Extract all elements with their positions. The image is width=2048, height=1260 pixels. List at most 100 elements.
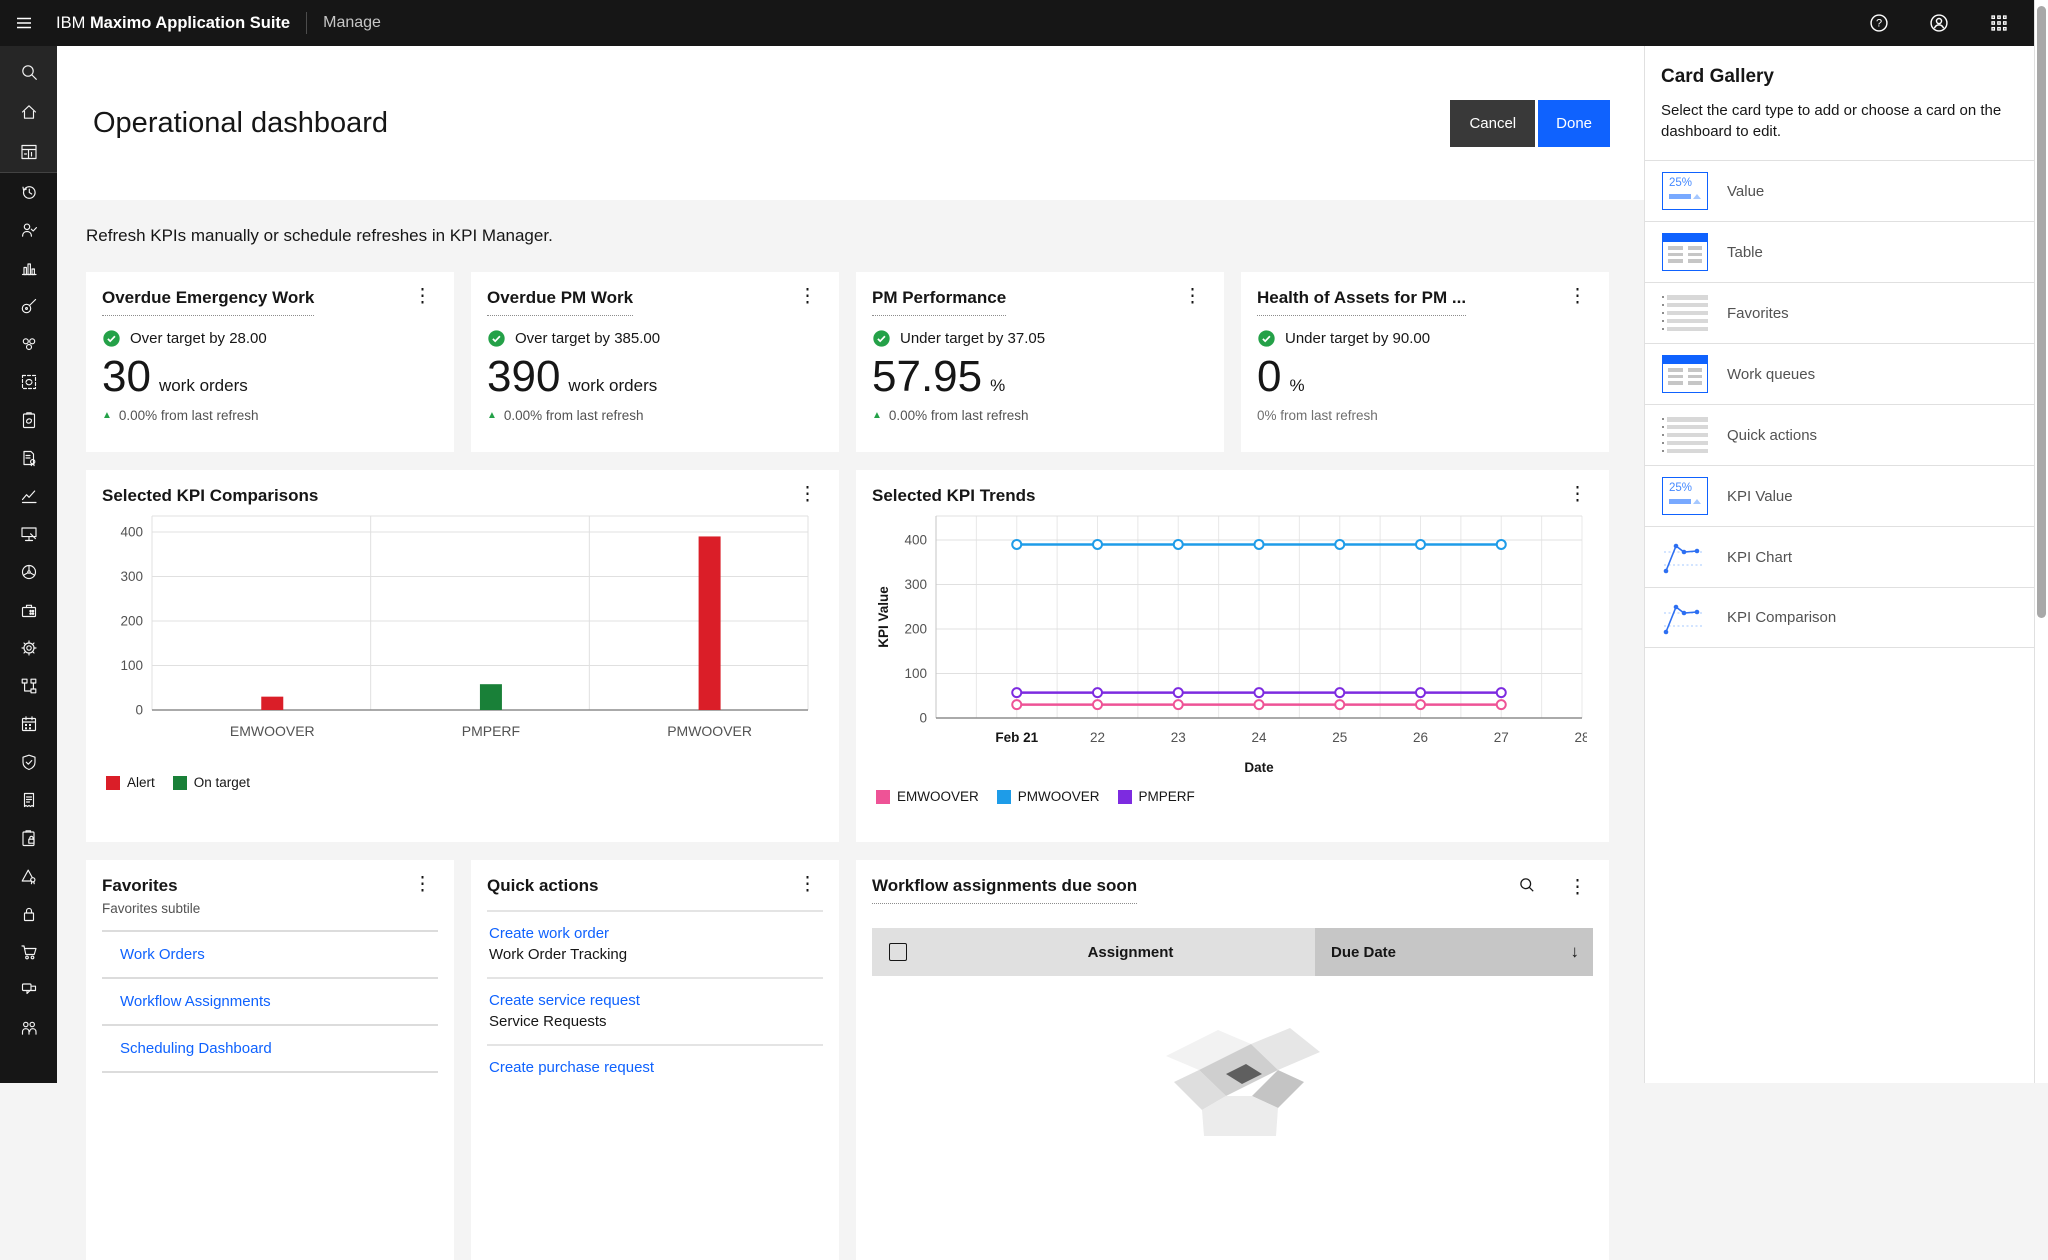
sidebar-flow-icon[interactable] bbox=[0, 667, 57, 705]
sidebar-user-follow-icon[interactable] bbox=[0, 211, 57, 249]
bottom-row: Favorites ⋮ Favorites subtile Work Order… bbox=[86, 860, 1610, 1260]
sidebar-clipboard-sync-icon[interactable] bbox=[0, 401, 57, 439]
legend-item[interactable]: Alert bbox=[106, 775, 155, 790]
overflow-menu-icon[interactable]: ⋮ bbox=[792, 486, 823, 504]
card-gallery-panel: Card Gallery Select the card type to add… bbox=[1644, 46, 2048, 1083]
create-purchase-request-link[interactable]: Create purchase request bbox=[489, 1059, 823, 1076]
overflow-menu-icon[interactable]: ⋮ bbox=[792, 288, 823, 306]
svg-text:400: 400 bbox=[904, 533, 927, 548]
page-title: Operational dashboard bbox=[93, 107, 388, 140]
overflow-menu-icon[interactable]: ⋮ bbox=[407, 876, 438, 894]
card-gallery-title: Card Gallery bbox=[1645, 46, 2048, 88]
legend-swatch bbox=[997, 790, 1011, 804]
favorites-link-scheduling-dashboard[interactable]: Scheduling Dashboard bbox=[102, 1026, 438, 1071]
sidebar-people-icon[interactable] bbox=[0, 1009, 57, 1047]
kpi-trends-card[interactable]: Selected KPI Trends ⋮ 0100200300400Feb 2… bbox=[856, 470, 1609, 842]
svg-text:100: 100 bbox=[904, 666, 927, 681]
sidebar-trend-chart-icon[interactable] bbox=[0, 477, 57, 515]
sidebar-document-award-icon[interactable] bbox=[0, 439, 57, 477]
legend-item[interactable]: PMWOOVER bbox=[997, 789, 1100, 804]
overflow-menu-icon[interactable]: ⋮ bbox=[1562, 879, 1593, 897]
create-service-request-link[interactable]: Create service request bbox=[489, 992, 823, 1009]
overflow-menu-icon[interactable]: ⋮ bbox=[792, 876, 823, 894]
kpi-comparison-bar-chart: 0100200300400EMWOOVERPMPERFPMWOOVER bbox=[102, 510, 823, 773]
sidebar-shield-check-icon[interactable] bbox=[0, 743, 57, 781]
done-button[interactable]: Done bbox=[1538, 100, 1610, 147]
gallery-item-table[interactable]: Table bbox=[1645, 221, 2048, 282]
quick-actions-title: Quick actions bbox=[487, 876, 598, 896]
svg-text:300: 300 bbox=[904, 577, 927, 592]
svg-text:100: 100 bbox=[120, 658, 143, 673]
due-date-column-header[interactable]: Due Date ↓ bbox=[1315, 928, 1593, 976]
sidebar-search-icon[interactable] bbox=[0, 52, 57, 92]
quick-actions-card[interactable]: Quick actions ⋮ Create work order Work O… bbox=[471, 860, 839, 1260]
search-icon[interactable] bbox=[1518, 876, 1536, 899]
svg-text:22: 22 bbox=[1090, 730, 1105, 745]
sidebar-presentation-icon[interactable] bbox=[0, 515, 57, 553]
sidebar-asset-tag-icon[interactable] bbox=[0, 287, 57, 325]
caret-up-icon: ▲ bbox=[872, 410, 882, 421]
sidebar-dashboard-icon[interactable] bbox=[0, 132, 57, 172]
sidebar-lock-icon[interactable] bbox=[0, 895, 57, 933]
legend-item[interactable]: PMPERF bbox=[1118, 789, 1195, 804]
legend-swatch bbox=[173, 776, 187, 790]
gallery-item-kpi-comparison[interactable]: KPI Comparison bbox=[1645, 587, 2048, 648]
kpi-comparisons-card[interactable]: Selected KPI Comparisons ⋮ 0100200300400… bbox=[86, 470, 839, 842]
favorites-card[interactable]: Favorites ⋮ Favorites subtile Work Order… bbox=[86, 860, 454, 1260]
overflow-menu-icon[interactable]: ⋮ bbox=[407, 288, 438, 306]
sidebar-cart-icon[interactable] bbox=[0, 933, 57, 971]
quick-action-item: Create purchase request bbox=[487, 1044, 823, 1090]
overflow-menu-icon[interactable]: ⋮ bbox=[1562, 288, 1593, 306]
sidebar-turbine-icon[interactable] bbox=[0, 553, 57, 591]
gallery-item-favorites[interactable]: Favorites bbox=[1645, 282, 2048, 343]
sidebar-home-icon[interactable] bbox=[0, 92, 57, 132]
sidebar-calendar-icon[interactable] bbox=[0, 705, 57, 743]
favorites-link-work-orders[interactable]: Work Orders bbox=[102, 932, 438, 977]
svg-text:300: 300 bbox=[120, 569, 143, 584]
overflow-menu-icon[interactable]: ⋮ bbox=[1562, 486, 1593, 504]
favorites-list-item bbox=[102, 1071, 438, 1101]
sidebar-bar-chart-icon[interactable] bbox=[0, 249, 57, 287]
sidebar-box-sync-icon[interactable] bbox=[0, 363, 57, 401]
select-all-checkbox[interactable] bbox=[889, 943, 907, 961]
app-switcher-icon[interactable] bbox=[1980, 4, 2018, 42]
kpi-card-health-of-assets[interactable]: Health of Assets for PM ... ⋮ Under targ… bbox=[1241, 272, 1609, 452]
kpi-card-overdue-pm-work[interactable]: Overdue PM Work ⋮ Over target by 385.00 … bbox=[471, 272, 839, 452]
hamburger-menu-icon[interactable] bbox=[0, 0, 48, 46]
kpi-status-text: Over target by 385.00 bbox=[515, 330, 660, 347]
gallery-item-quick-actions[interactable]: Quick actions bbox=[1645, 404, 2048, 465]
sidebar-recent-icon[interactable] bbox=[0, 173, 57, 211]
kpi-card-overdue-emergency-work[interactable]: Overdue Emergency Work ⋮ Over target by … bbox=[86, 272, 454, 452]
gallery-item-value[interactable]: 25% Value bbox=[1645, 160, 2048, 221]
gallery-item-kpi-chart[interactable]: KPI Chart bbox=[1645, 526, 2048, 587]
svg-text:200: 200 bbox=[904, 622, 927, 637]
legend-item[interactable]: EMWOOVER bbox=[876, 789, 979, 804]
line-chart-legend: EMWOOVER PMWOOVER PMPERF bbox=[872, 789, 1593, 804]
workflow-title: Workflow assignments due soon bbox=[872, 876, 1137, 904]
sidebar-receipt-icon[interactable] bbox=[0, 781, 57, 819]
cancel-button[interactable]: Cancel bbox=[1450, 100, 1535, 147]
gallery-item-work-queues[interactable]: Work queues bbox=[1645, 343, 2048, 404]
sidebar-settings-gear-icon[interactable] bbox=[0, 629, 57, 667]
scrollbar-thumb[interactable] bbox=[2037, 6, 2046, 618]
legend-swatch bbox=[1118, 790, 1132, 804]
left-nav-sidebar bbox=[0, 46, 57, 1083]
assignment-column-header[interactable]: Assignment bbox=[946, 928, 1315, 976]
empty-state-illustration bbox=[872, 1010, 1593, 1145]
sidebar-cluster-icon[interactable] bbox=[0, 325, 57, 363]
favorites-link-workflow-assignments[interactable]: Workflow Assignments bbox=[102, 979, 438, 1024]
sidebar-clipboard-lock-icon[interactable] bbox=[0, 819, 57, 857]
legend-item[interactable]: On target bbox=[173, 775, 250, 790]
favorites-link-more[interactable] bbox=[102, 1073, 438, 1101]
gallery-item-kpi-value[interactable]: 25% KPI Value bbox=[1645, 465, 2048, 526]
sidebar-broadcast-icon[interactable] bbox=[0, 971, 57, 1009]
kpi-card-pm-performance[interactable]: PM Performance ⋮ Under target by 37.05 5… bbox=[856, 272, 1224, 452]
user-avatar-icon[interactable] bbox=[1920, 4, 1958, 42]
overflow-menu-icon[interactable]: ⋮ bbox=[1177, 288, 1208, 306]
help-icon[interactable]: ? bbox=[1860, 4, 1898, 42]
kpi-trends-line-chart: 0100200300400Feb 2122232425262728KPI Val… bbox=[872, 510, 1593, 787]
create-work-order-link[interactable]: Create work order bbox=[489, 925, 823, 942]
sidebar-incident-badge-icon[interactable] bbox=[0, 857, 57, 895]
sidebar-toolbox-icon[interactable] bbox=[0, 591, 57, 629]
workflow-assignments-card[interactable]: Workflow assignments due soon ⋮ Assignme… bbox=[856, 860, 1609, 1260]
